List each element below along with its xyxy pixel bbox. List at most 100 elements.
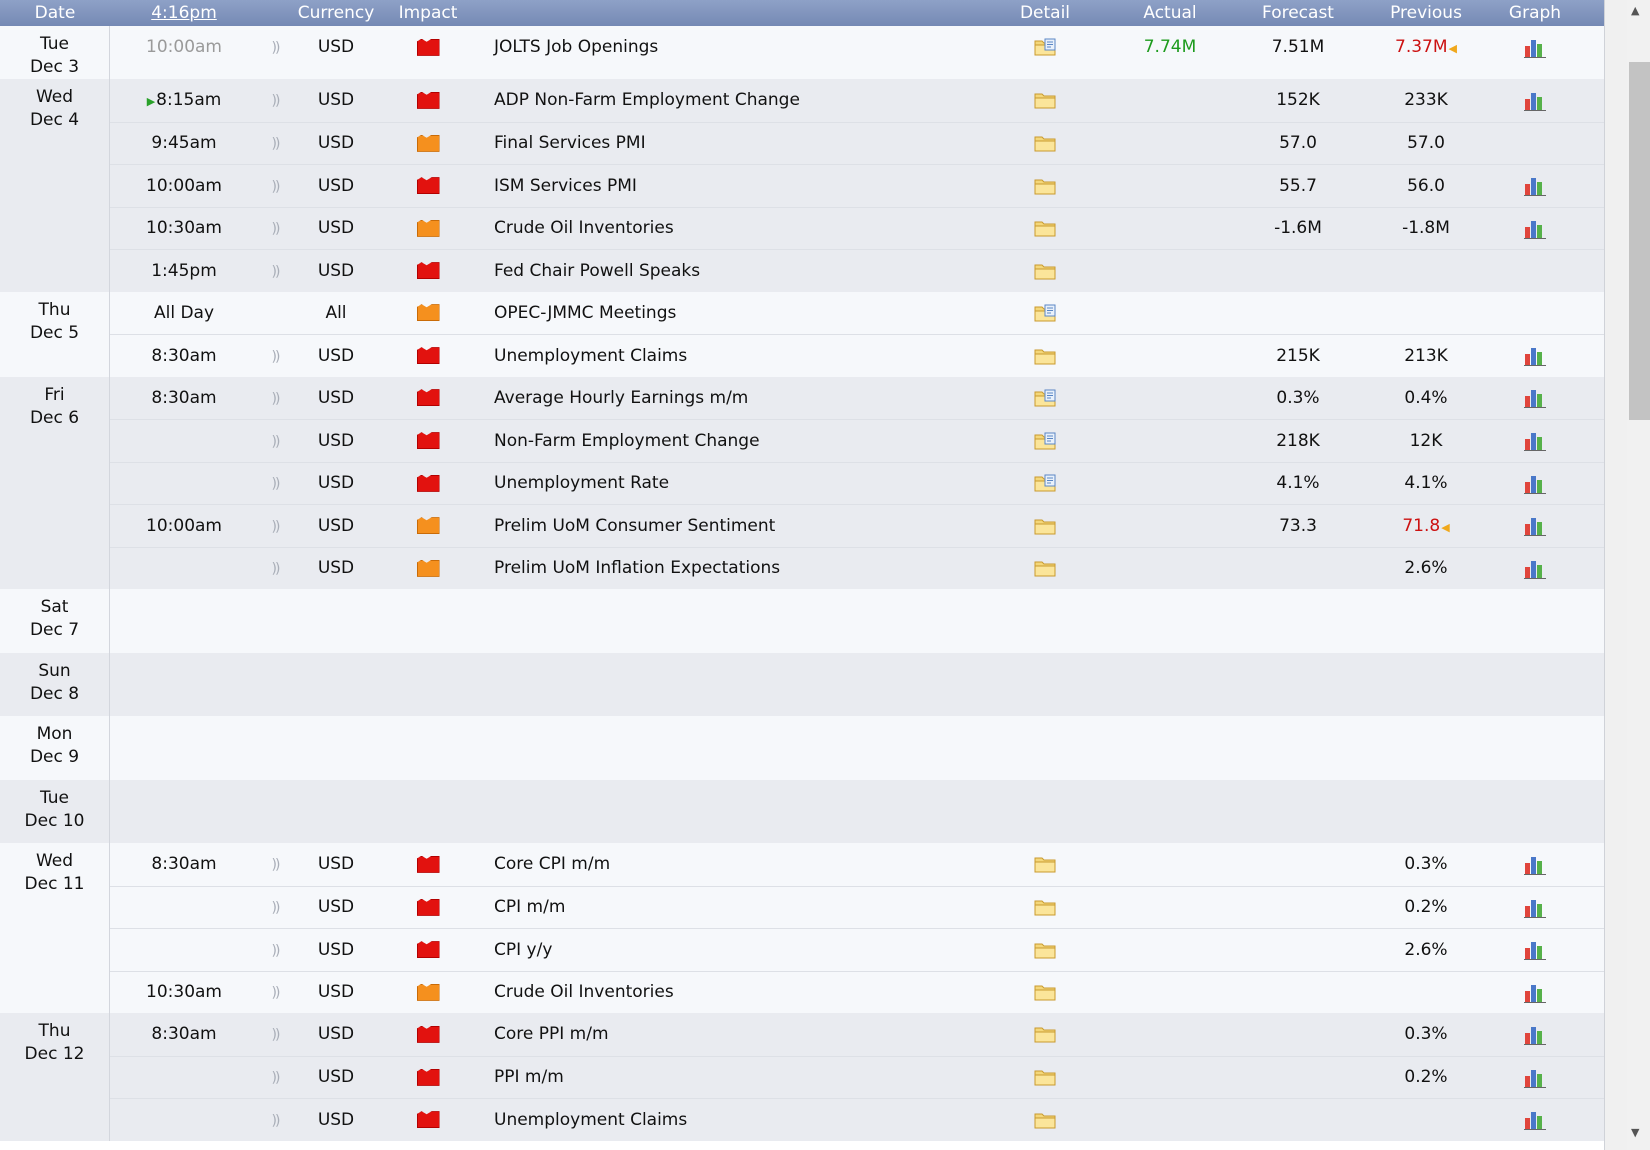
- event-name[interactable]: Crude Oil Inventories: [476, 982, 984, 1002]
- bar-chart-icon[interactable]: [1523, 175, 1547, 197]
- bar-chart-icon[interactable]: [1523, 218, 1547, 239]
- sound-alert-icon[interactable]: )): [258, 517, 292, 535]
- bar-chart-icon[interactable]: [1523, 1024, 1547, 1045]
- event-name[interactable]: Fed Chair Powell Speaks: [476, 261, 984, 281]
- sound-alert-icon[interactable]: )): [258, 983, 292, 1001]
- bar-chart-icon[interactable]: [1523, 558, 1547, 579]
- sound-alert-icon[interactable]: )): [258, 1111, 292, 1129]
- event-name[interactable]: CPI y/y: [476, 940, 984, 960]
- bar-chart-icon[interactable]: [1523, 939, 1547, 961]
- event-name[interactable]: Crude Oil Inventories: [476, 218, 984, 238]
- detail-folder-icon[interactable]: [1034, 898, 1056, 916]
- bar-chart-icon[interactable]: [1523, 982, 1547, 1003]
- event-name[interactable]: Prelim UoM Consumer Sentiment: [476, 516, 984, 536]
- table-row[interactable]: 9:45am)) USD Final Services PMI 57.0 57.0: [110, 121, 1604, 165]
- detail-report-icon[interactable]: [1034, 304, 1056, 322]
- detail-folder-icon[interactable]: [1034, 134, 1056, 152]
- bar-chart-icon[interactable]: [1523, 1109, 1547, 1131]
- event-name[interactable]: CPI m/m: [476, 897, 984, 917]
- table-row[interactable]: 10:30am)) USD Crude Oil Inventories -1.6M -1…: [110, 206, 1604, 250]
- bar-chart-icon[interactable]: [1523, 473, 1547, 494]
- sound-alert-icon[interactable]: )): [258, 898, 292, 916]
- sound-alert-icon[interactable]: )): [258, 177, 292, 195]
- event-name[interactable]: Prelim UoM Inflation Expectations: [476, 558, 984, 578]
- scroll-down-arrow-icon[interactable]: ▼: [1631, 1126, 1639, 1139]
- sound-alert-icon[interactable]: )): [258, 38, 292, 56]
- detail-folder-icon[interactable]: [1034, 347, 1056, 365]
- detail-folder-icon[interactable]: [1034, 219, 1056, 237]
- event-name[interactable]: Core PPI m/m: [476, 1024, 984, 1044]
- detail-folder-icon[interactable]: [1034, 855, 1056, 873]
- bar-chart-icon[interactable]: [1523, 37, 1547, 58]
- scrollbar-thumb[interactable]: [1629, 62, 1650, 420]
- sound-alert-icon[interactable]: )): [258, 559, 292, 577]
- detail-folder-icon[interactable]: [1034, 1025, 1056, 1043]
- bar-chart-icon[interactable]: [1523, 515, 1547, 537]
- event-name[interactable]: Final Services PMI: [476, 133, 984, 153]
- detail-folder-icon[interactable]: [1034, 262, 1056, 280]
- table-row[interactable]: )) USD Prelim UoM Inflation Expectations 2.…: [110, 546, 1604, 590]
- table-row[interactable]: 8:30am)) USD Core PPI m/m 0.3%: [110, 1013, 1604, 1056]
- event-name[interactable]: Core CPI m/m: [476, 854, 984, 874]
- event-name[interactable]: ADP Non-Farm Employment Change: [476, 90, 984, 110]
- table-row[interactable]: )) USD PPI m/m 0.2%: [110, 1055, 1604, 1099]
- detail-folder-icon[interactable]: [1034, 177, 1056, 195]
- detail-report-icon[interactable]: [1034, 389, 1056, 407]
- table-row[interactable]: All Day All OPEC-JMMC Meetings: [110, 292, 1604, 335]
- sound-alert-icon[interactable]: )): [258, 855, 292, 873]
- sound-alert-icon[interactable]: )): [258, 1025, 292, 1043]
- scroll-up-arrow-icon[interactable]: ▲: [1631, 4, 1639, 17]
- vertical-scrollbar[interactable]: ▲ ▼: [1604, 0, 1650, 1150]
- bar-chart-icon[interactable]: [1523, 430, 1547, 452]
- table-row[interactable]: )) USD Unemployment Claims: [110, 1098, 1604, 1141]
- bar-chart-icon[interactable]: [1523, 345, 1547, 367]
- sound-alert-icon[interactable]: )): [258, 134, 292, 152]
- table-row[interactable]: 10:00am)) USD ISM Services PMI 55.7 56.0: [110, 164, 1604, 207]
- sound-alert-icon[interactable]: )): [258, 91, 292, 109]
- sound-alert-icon[interactable]: )): [258, 347, 292, 365]
- event-name[interactable]: Unemployment Rate: [476, 473, 984, 493]
- sound-alert-icon[interactable]: )): [258, 219, 292, 237]
- event-name[interactable]: JOLTS Job Openings: [476, 37, 984, 57]
- detail-report-icon[interactable]: [1034, 474, 1056, 492]
- detail-folder-icon[interactable]: [1034, 559, 1056, 577]
- sound-alert-icon[interactable]: )): [258, 262, 292, 280]
- event-name[interactable]: PPI m/m: [476, 1067, 984, 1087]
- table-row[interactable]: )) USD Unemployment Rate 4.1% 4.1%: [110, 461, 1604, 505]
- detail-folder-icon[interactable]: [1034, 1111, 1056, 1129]
- bar-chart-icon[interactable]: [1523, 1067, 1547, 1088]
- bar-chart-icon[interactable]: [1523, 387, 1547, 409]
- detail-report-icon[interactable]: [1034, 432, 1056, 450]
- event-name[interactable]: ISM Services PMI: [476, 176, 984, 196]
- table-row[interactable]: 10:00am)) USD JOLTS Job Openings 7.74M 7.51M…: [110, 26, 1604, 69]
- table-row[interactable]: ▶8:15am)) USD ADP Non-Farm Employment Chan…: [110, 79, 1604, 122]
- table-row[interactable]: )) USD Non-Farm Employment Change 218K 12K: [110, 419, 1604, 462]
- sound-alert-icon[interactable]: )): [258, 389, 292, 407]
- table-row[interactable]: 10:00am)) USD Prelim UoM Consumer Sentimen…: [110, 504, 1604, 547]
- table-row[interactable]: 8:30am)) USD Unemployment Claims 215K 213K: [110, 334, 1604, 377]
- detail-report-icon[interactable]: [1034, 38, 1056, 56]
- sound-alert-icon[interactable]: )): [258, 432, 292, 450]
- table-row[interactable]: 8:30am)) USD Core CPI m/m 0.3%: [110, 843, 1604, 886]
- event-name[interactable]: OPEC-JMMC Meetings: [476, 303, 984, 323]
- bar-chart-icon[interactable]: [1523, 897, 1547, 918]
- sound-alert-icon[interactable]: )): [258, 941, 292, 959]
- event-name[interactable]: Non-Farm Employment Change: [476, 431, 984, 451]
- detail-folder-icon[interactable]: [1034, 517, 1056, 535]
- table-row[interactable]: 10:30am)) USD Crude Oil Inventories: [110, 970, 1604, 1014]
- bar-chart-icon[interactable]: [1523, 90, 1547, 111]
- bar-chart-icon[interactable]: [1523, 854, 1547, 875]
- table-row[interactable]: )) USD CPI y/y 2.6%: [110, 928, 1604, 971]
- detail-folder-icon[interactable]: [1034, 1068, 1056, 1086]
- table-row[interactable]: 8:30am)) USD Average Hourly Earnings m/m 0.…: [110, 377, 1604, 420]
- detail-folder-icon[interactable]: [1034, 983, 1056, 1001]
- detail-folder-icon[interactable]: [1034, 941, 1056, 959]
- detail-folder-icon[interactable]: [1034, 91, 1056, 109]
- sound-alert-icon[interactable]: )): [258, 1068, 292, 1086]
- event-name[interactable]: Unemployment Claims: [476, 1110, 984, 1130]
- sound-alert-icon[interactable]: )): [258, 474, 292, 492]
- event-name[interactable]: Unemployment Claims: [476, 346, 984, 366]
- table-row[interactable]: 1:45pm)) USD Fed Chair Powell Speaks: [110, 249, 1604, 292]
- header-current-time[interactable]: 4:16pm: [110, 3, 258, 23]
- event-name[interactable]: Average Hourly Earnings m/m: [476, 388, 984, 408]
